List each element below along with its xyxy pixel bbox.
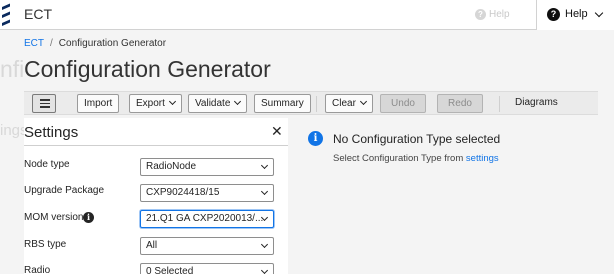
export-label: Export <box>136 98 165 109</box>
diagrams-tab[interactable]: Diagrams <box>515 97 558 108</box>
import-button[interactable]: Import <box>77 94 120 113</box>
settings-panel: Settings ✕ Node type RadioNode Upgrade P… <box>24 118 288 274</box>
breadcrumb-link-ect[interactable]: ECT <box>24 38 44 49</box>
help-label: Help <box>565 8 588 20</box>
list-icon <box>40 99 50 108</box>
settings-header: Settings ✕ <box>24 118 288 146</box>
validate-label: Validate <box>195 98 231 109</box>
info-subtitle-text: Select Configuration Type from <box>333 153 466 164</box>
info-subtitle: Select Configuration Type from settings <box>333 153 499 164</box>
upgrade-package-select[interactable]: CXP9024418/15 <box>140 184 274 202</box>
chevron-down-icon <box>594 8 604 18</box>
app-title: ECT <box>24 6 52 22</box>
ericsson-logo-icon <box>2 3 10 26</box>
summary-button[interactable]: Summary <box>254 94 311 113</box>
question-circle-icon: ? <box>547 8 560 21</box>
mom-version-label: MOM version <box>24 212 84 223</box>
validate-button[interactable]: Validate <box>188 94 248 113</box>
chevron-down-icon <box>260 161 269 170</box>
node-type-label: Node type <box>24 159 70 170</box>
background-help-button: ? Help <box>475 9 510 20</box>
chevron-down-icon <box>359 97 367 106</box>
toolbar: Import Export Validate Summary Clear Und… <box>24 91 598 115</box>
chevron-down-icon <box>234 97 242 106</box>
background-help-label: Help <box>489 9 510 20</box>
undo-button[interactable]: Undo <box>380 94 426 113</box>
question-circle-icon: ? <box>475 9 486 20</box>
rbs-type-value: All <box>146 240 158 251</box>
mom-version-value: 21.Q1 GA CXP2020013/... <box>146 213 264 224</box>
chevron-down-icon <box>260 266 269 274</box>
breadcrumb: ECT / Configuration Generator <box>24 38 166 49</box>
close-icon[interactable]: ✕ <box>271 123 283 140</box>
info-title: No Configuration Type selected <box>333 132 501 146</box>
toolbar-divider <box>316 96 317 112</box>
background-ghost-title: nfi <box>0 56 25 82</box>
info-icon: i <box>308 131 323 146</box>
info-icon[interactable]: i <box>83 212 94 223</box>
page-title: Configuration Generator <box>24 56 271 82</box>
rbs-type-label: RBS type <box>24 239 67 250</box>
radio-select[interactable]: 0 Selected <box>140 263 274 274</box>
top-bar: ECT ? Help ? Help <box>0 0 614 30</box>
breadcrumb-separator: / <box>50 38 53 49</box>
rbs-type-select[interactable]: All <box>140 237 274 255</box>
node-type-select[interactable]: RadioNode <box>140 158 274 176</box>
settings-link[interactable]: settings <box>466 153 499 164</box>
upgrade-package-value: CXP9024418/15 <box>146 187 220 198</box>
mom-version-select[interactable]: 21.Q1 GA CXP2020013/... <box>140 210 274 228</box>
radio-label: Radio <box>24 265 51 274</box>
settings-title: Settings <box>24 124 79 141</box>
clear-button[interactable]: Clear <box>325 94 373 113</box>
upgrade-package-label: Upgrade Package <box>24 185 105 196</box>
chevron-down-icon <box>260 240 269 249</box>
chevron-down-icon <box>168 97 176 106</box>
radio-value: 0 Selected <box>146 266 194 274</box>
list-view-button[interactable] <box>32 94 56 113</box>
chevron-down-icon <box>260 187 269 196</box>
redo-button[interactable]: Redo <box>437 94 483 113</box>
breadcrumb-current: Configuration Generator <box>58 38 167 49</box>
help-menu-button[interactable]: ? Help <box>536 0 614 30</box>
toolbar-divider <box>499 96 500 112</box>
info-area: i No Configuration Type selected Select … <box>288 118 614 274</box>
clear-label: Clear <box>332 98 356 109</box>
node-type-value: RadioNode <box>146 161 197 172</box>
export-button[interactable]: Export <box>129 94 182 113</box>
